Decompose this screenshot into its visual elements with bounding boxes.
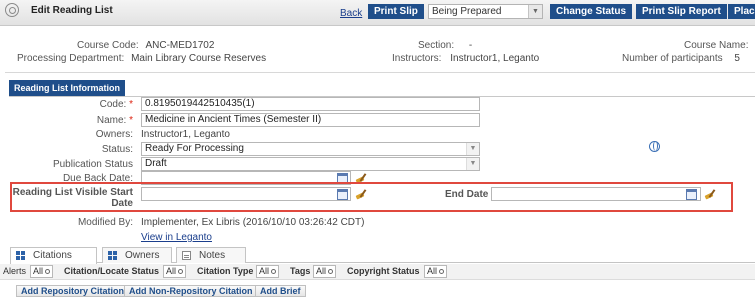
chevron-down-icon[interactable]: ▼ — [528, 5, 542, 18]
end-date-label: End Date — [445, 189, 489, 200]
chevron-down-icon[interactable]: ▼ — [466, 158, 479, 170]
tags-filter-select[interactable]: All — [313, 265, 337, 278]
processing-dept-row: Processing Department: Main Library Cour… — [17, 53, 266, 64]
tab-notes-label: Notes — [199, 250, 226, 261]
citation-locate-status-label: Citation/Locate Status — [64, 266, 160, 276]
clear-date-icon[interactable] — [355, 189, 367, 200]
name-field[interactable]: Medicine in Ancient Times (Semester II) — [141, 113, 480, 127]
workflow-status-select[interactable]: Being Prepared ▼ — [428, 4, 543, 19]
owners-label: Owners: — [95, 129, 133, 140]
print-slip-button[interactable]: Print Slip — [368, 4, 424, 19]
alerts-filter-select[interactable]: All — [30, 265, 54, 278]
add-non-repository-citation-button[interactable]: Add Non-Repository Citation — [124, 285, 258, 297]
processing-dept-value: Main Library Course Reserves — [131, 53, 267, 64]
add-repository-citation-button[interactable]: Add Repository Citation — [16, 285, 129, 297]
calendar-icon[interactable] — [686, 189, 697, 200]
publication-status-value: Draft — [145, 158, 167, 169]
status-value: Ready For Processing — [145, 143, 244, 154]
search-icon — [45, 269, 51, 274]
notes-icon — [182, 251, 191, 260]
section-row: Section: - — [418, 40, 472, 51]
processing-dept-label: Processing Department: — [17, 53, 125, 64]
place-button[interactable]: Placo — [728, 4, 755, 19]
participants-row: Number of participants 5 — [622, 53, 740, 64]
participants-label: Number of participants — [622, 53, 723, 64]
tags-filter-label: Tags — [290, 266, 311, 276]
change-status-button[interactable]: Change Status — [550, 4, 633, 19]
add-brief-button[interactable]: Add Brief — [255, 285, 306, 297]
modified-by-value: Implementer, Ex Libris (2016/10/10 03:26… — [141, 217, 365, 228]
section-label: Section: — [418, 40, 455, 51]
tab-citations[interactable]: Citations — [10, 247, 97, 264]
app-logo-icon — [5, 3, 19, 17]
status-label: Status: — [101, 144, 133, 155]
grid-icon — [108, 251, 117, 260]
status-select[interactable]: Ready For Processing ▼ — [141, 142, 480, 156]
globe-icon[interactable] — [649, 141, 660, 152]
page-title: Edit Reading List — [31, 5, 113, 16]
citation-type-label: Citation Type — [197, 266, 254, 276]
tab-owners[interactable]: Owners — [102, 247, 172, 263]
chevron-down-icon[interactable]: ▼ — [466, 143, 479, 155]
alerts-filter-label: Alerts — [3, 266, 27, 276]
participants-value: 5 — [734, 53, 740, 64]
view-in-leganto-link[interactable]: View in Leganto — [141, 232, 212, 243]
course-code-row: Course Code: ANC-MED1702 — [77, 40, 214, 51]
instructors-row: Instructors: Instructor1, Leganto — [392, 53, 539, 64]
search-icon — [439, 269, 445, 274]
tabs-bar: Citations Owners Notes — [10, 247, 755, 264]
calendar-icon[interactable] — [337, 189, 348, 200]
end-date-field[interactable] — [491, 187, 701, 201]
name-label: Name: * — [96, 115, 133, 126]
tab-owners-label: Owners — [125, 250, 160, 261]
reading-list-info-tab[interactable]: Reading List Information — [9, 80, 126, 96]
search-icon — [271, 269, 277, 274]
visible-start-date-label: Reading List Visible Start Date — [12, 187, 133, 209]
copyright-status-label: Copyright Status — [347, 266, 420, 276]
citation-type-select[interactable]: All — [256, 265, 280, 278]
code-label: Code: * — [99, 99, 133, 110]
workflow-status-value: Being Prepared — [432, 6, 502, 17]
divider — [5, 72, 755, 73]
print-slip-report-button[interactable]: Print Slip Report — [636, 4, 727, 19]
section-value: - — [468, 40, 473, 51]
tab-notes[interactable]: Notes — [176, 247, 246, 263]
citation-locate-status-select[interactable]: All — [163, 265, 187, 278]
publication-status-label: Publication Status — [52, 159, 133, 170]
course-name-row: Course Name: M — [684, 40, 755, 51]
instructors-label: Instructors: — [392, 53, 442, 64]
copyright-status-select[interactable]: All — [424, 265, 448, 278]
course-code-label: Course Code: — [77, 40, 139, 51]
required-mark: * — [129, 115, 133, 126]
search-icon — [178, 269, 184, 274]
required-mark: * — [129, 99, 133, 110]
visible-start-date-field[interactable] — [141, 187, 351, 201]
clear-date-icon[interactable] — [704, 189, 716, 200]
grid-icon — [16, 251, 25, 260]
back-link[interactable]: Back — [340, 8, 362, 19]
instructors-value: Instructor1, Leganto — [450, 53, 540, 64]
publication-status-select[interactable]: Draft ▼ — [141, 157, 480, 171]
code-field[interactable]: 0.8195019442510435(1) — [141, 97, 480, 111]
tab-citations-label: Citations — [33, 250, 72, 261]
owners-value: Instructor1, Leganto — [141, 129, 230, 140]
course-name-label: Course Name: — [684, 40, 749, 51]
top-toolbar: Edit Reading List Back Print Slip Being … — [0, 0, 755, 26]
filter-bar: Alerts All Citation/Locate Status All Ci… — [0, 264, 755, 280]
search-icon — [328, 269, 334, 274]
course-code-value: ANC-MED1702 — [145, 40, 215, 51]
modified-by-label: Modified By: — [77, 217, 133, 228]
